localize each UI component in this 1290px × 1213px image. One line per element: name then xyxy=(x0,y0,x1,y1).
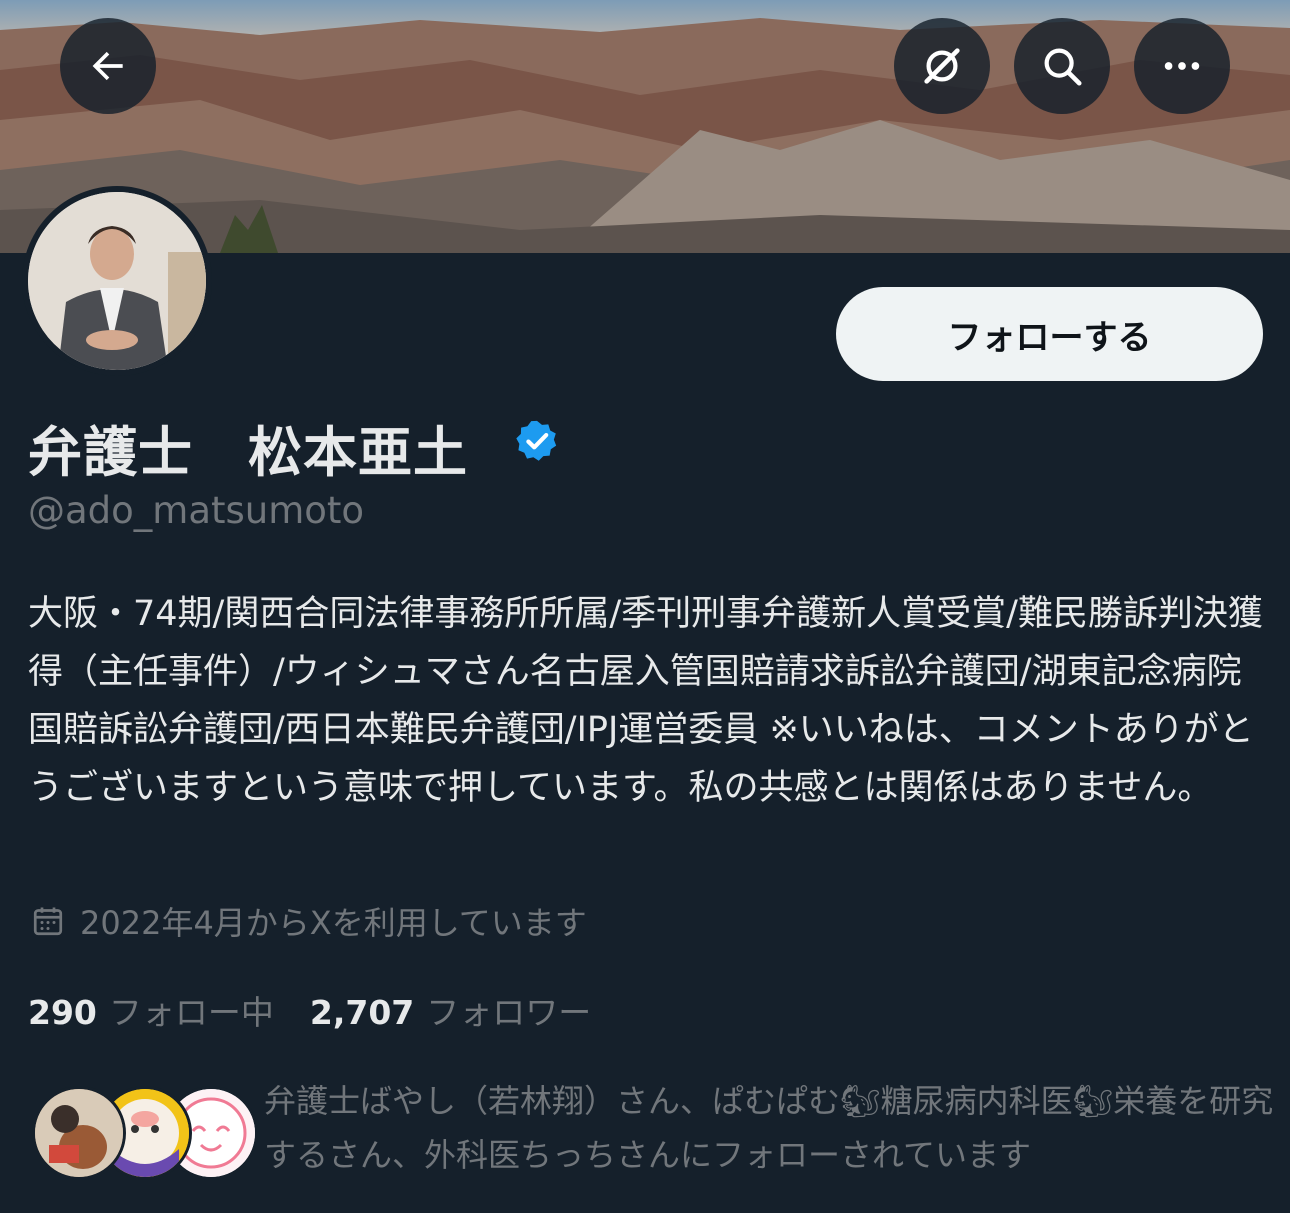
verified-badge-icon xyxy=(516,420,557,461)
profile-avatar[interactable] xyxy=(22,186,212,376)
followed-by-text[interactable]: 弁護士ばやし（若林翔）さん、ぱむぱむ🐿糖尿病内科医🐿栄養を研究するさん、外科医ち… xyxy=(264,1074,1274,1182)
profile-banner[interactable] xyxy=(0,0,1290,253)
grok-icon xyxy=(924,48,960,84)
avatar-photo xyxy=(28,192,206,370)
followers-link[interactable]: 2,707 フォロワー xyxy=(310,986,591,1034)
followers-count: 2,707 xyxy=(309,993,415,1032)
display-name: 弁護士 松本亜土 xyxy=(28,421,468,484)
username-handle: @ado_matsumoto xyxy=(28,489,365,532)
more-button[interactable] xyxy=(1134,18,1230,114)
follow-button[interactable]: フォローする xyxy=(836,287,1263,381)
following-label: フォロー中 xyxy=(108,993,274,1032)
profile-bio: 大阪・74期/関西合同法律事務所所属/季刊刑事弁護新人賞受賞/難民勝訴判決獲得（… xyxy=(28,594,1263,808)
more-horizontal-icon xyxy=(1164,62,1200,70)
followers-label: フォロワー xyxy=(426,993,592,1032)
following-link[interactable]: 290 フォロー中 xyxy=(28,986,274,1034)
back-button[interactable] xyxy=(60,18,156,114)
grok-button[interactable] xyxy=(894,18,990,114)
follow-stats: 290 フォロー中 2,707 フォロワー xyxy=(28,986,591,1034)
arrow-left-icon xyxy=(92,51,123,81)
search-button[interactable] xyxy=(1014,18,1110,114)
join-date: 2022年4月からXを利用しています xyxy=(30,898,587,944)
calendar-icon xyxy=(33,907,63,936)
join-date-text: 2022年4月からXを利用しています xyxy=(80,904,587,942)
search-icon xyxy=(1044,48,1082,86)
following-count: 290 xyxy=(28,993,97,1032)
follower-avatar-1[interactable] xyxy=(32,1086,126,1180)
